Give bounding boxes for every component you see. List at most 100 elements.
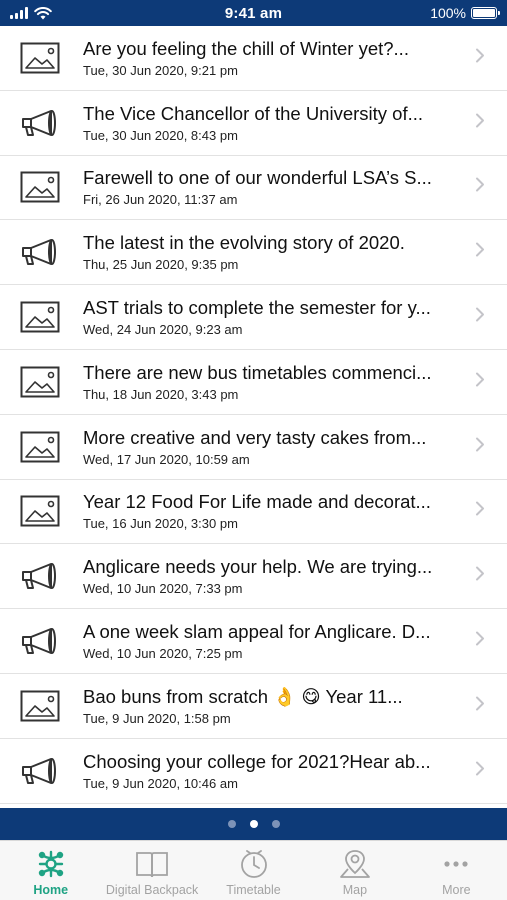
item-title: Farewell to one of our wonderful LSA’s S… xyxy=(83,167,432,189)
item-text: There are new bus timetables commenci...… xyxy=(80,362,507,402)
status-time: 9:41 am xyxy=(224,4,283,22)
image-icon xyxy=(0,480,80,544)
item-date: Tue, 30 Jun 2020, 9:21 pm xyxy=(83,62,238,78)
chevron-right-icon xyxy=(475,760,485,781)
item-title: The latest in the evolving story of 2020… xyxy=(83,232,405,254)
item-title: Bao buns from scratch 👌 😋 Year 11... xyxy=(83,685,403,707)
tab-digital-backpack[interactable]: Digital Backpack xyxy=(101,841,202,900)
item-text: Choosing your college for 2021?Hear ab..… xyxy=(80,751,507,791)
item-text: Are you feeling the chill of Winter yet?… xyxy=(80,38,507,78)
item-date: Thu, 25 Jun 2020, 9:35 pm xyxy=(83,257,239,273)
tab-label: Digital Backpack xyxy=(105,883,199,897)
tab-home[interactable]: Home xyxy=(0,841,101,900)
item-text: The Vice Chancellor of the University of… xyxy=(80,103,507,143)
tab-timetable[interactable]: Timetable xyxy=(203,841,304,900)
signal-icon xyxy=(10,7,28,19)
item-date: Wed, 10 Jun 2020, 7:25 pm xyxy=(83,646,243,662)
item-date: Tue, 9 Jun 2020, 10:46 am xyxy=(83,775,238,791)
list-item[interactable]: The latest in the evolving story of 2020… xyxy=(0,220,507,286)
tab-map[interactable]: Map xyxy=(304,841,405,900)
megaphone-icon xyxy=(0,739,80,803)
item-text: Year 12 Food For Life made and decorat..… xyxy=(80,491,507,531)
image-icon xyxy=(0,285,80,349)
item-date: Tue, 16 Jun 2020, 3:30 pm xyxy=(83,516,238,532)
list-item[interactable]: Farewell to one of our wonderful LSA’s S… xyxy=(0,156,507,221)
list-item[interactable]: AST trials to complete the semester for … xyxy=(0,285,507,350)
list-item[interactable]: There are new bus timetables commenci...… xyxy=(0,350,507,415)
item-title: Choosing your college for 2021?Hear ab..… xyxy=(83,750,431,772)
item-date: Wed, 10 Jun 2020, 7:33 pm xyxy=(83,581,243,597)
item-title: Year 12 Food For Life made and decorat..… xyxy=(83,491,431,513)
chevron-right-icon xyxy=(475,371,485,392)
list-item[interactable]: Bao buns from scratch 👌 😋 Year 11... Tue,… xyxy=(0,674,507,739)
list-item[interactable]: Choosing your college for 2021?Hear ab..… xyxy=(0,739,507,804)
image-icon xyxy=(0,415,80,479)
tab-label: More xyxy=(442,883,471,897)
tab-label: Map xyxy=(342,883,368,897)
item-date: Wed, 24 Jun 2020, 9:23 am xyxy=(83,322,243,338)
item-date: Thu, 18 Jun 2020, 3:43 pm xyxy=(83,386,239,402)
status-right: 100% xyxy=(377,5,500,21)
battery-icon xyxy=(471,7,500,19)
image-icon xyxy=(0,350,80,414)
item-text: Anglicare needs your help. We are trying… xyxy=(80,556,507,596)
list-item[interactable]: A one week slam appeal for Anglicare. D.… xyxy=(0,609,507,674)
home-icon xyxy=(36,847,66,881)
item-text: Farewell to one of our wonderful LSA’s S… xyxy=(80,167,507,207)
battery-percent: 100% xyxy=(430,5,466,21)
chevron-right-icon xyxy=(475,242,485,263)
list-item[interactable]: Are you feeling the chill of Winter yet?… xyxy=(0,26,507,91)
wifi-icon xyxy=(34,6,52,19)
chevron-right-icon xyxy=(475,307,485,328)
chevron-right-icon xyxy=(475,695,485,716)
more-icon xyxy=(441,847,471,881)
megaphone-icon xyxy=(0,220,80,284)
megaphone-icon xyxy=(0,544,80,608)
list-item[interactable]: The Vice Chancellor of the University of… xyxy=(0,91,507,156)
page-dot[interactable] xyxy=(271,820,280,828)
tab-bar: Home Digital Backpack Timetable Map More xyxy=(0,840,507,900)
item-title: Are you feeling the chill of Winter yet?… xyxy=(83,37,409,59)
item-title: More creative and very tasty cakes from.… xyxy=(83,426,427,448)
item-title: Anglicare needs your help. We are trying… xyxy=(83,556,433,578)
page-dot[interactable] xyxy=(227,820,236,828)
item-title: A one week slam appeal for Anglicare. D.… xyxy=(83,621,431,643)
item-title: AST trials to complete the semester for … xyxy=(83,297,431,319)
news-list: Are you feeling the chill of Winter yet?… xyxy=(0,26,507,808)
status-left xyxy=(10,6,130,20)
clock-icon xyxy=(238,847,270,881)
chevron-right-icon xyxy=(475,177,485,198)
list-item[interactable]: Anglicare needs your help. We are trying… xyxy=(0,544,507,610)
item-text: More creative and very tasty cakes from.… xyxy=(80,427,507,467)
page-indicator xyxy=(0,808,507,840)
battery-fill xyxy=(473,9,495,17)
image-icon xyxy=(0,156,80,220)
map-pin-icon xyxy=(338,847,372,881)
item-text: The latest in the evolving story of 2020… xyxy=(80,232,507,272)
list-item[interactable]: Year 12 Food For Life made and decorat..… xyxy=(0,480,507,545)
item-date: Tue, 9 Jun 2020, 1:58 pm xyxy=(83,710,231,726)
page-dot[interactable] xyxy=(249,820,258,828)
chevron-right-icon xyxy=(475,112,485,133)
item-text: A one week slam appeal for Anglicare. D.… xyxy=(80,621,507,661)
item-title: There are new bus timetables commenci... xyxy=(83,361,432,383)
list-item[interactable]: More creative and very tasty cakes from.… xyxy=(0,415,507,480)
image-icon xyxy=(0,674,80,738)
image-icon xyxy=(0,26,80,90)
book-icon xyxy=(134,847,170,881)
megaphone-icon xyxy=(0,91,80,155)
item-date: Fri, 26 Jun 2020, 11:37 am xyxy=(83,192,238,208)
item-text: Bao buns from scratch 👌 😋 Year 11... Tue,… xyxy=(80,686,507,726)
status-bar: 9:41 am 100% xyxy=(0,0,507,26)
chevron-right-icon xyxy=(475,566,485,587)
tab-label: Home xyxy=(33,883,69,897)
chevron-right-icon xyxy=(475,501,485,522)
item-text: AST trials to complete the semester for … xyxy=(80,297,507,337)
tab-label: Timetable xyxy=(226,883,281,897)
item-title: The Vice Chancellor of the University of… xyxy=(83,102,424,124)
chevron-right-icon xyxy=(475,631,485,652)
item-date: Wed, 17 Jun 2020, 10:59 am xyxy=(83,451,250,467)
tab-more[interactable]: More xyxy=(406,841,507,900)
megaphone-icon xyxy=(0,609,80,673)
item-date: Tue, 30 Jun 2020, 8:43 pm xyxy=(83,127,238,143)
